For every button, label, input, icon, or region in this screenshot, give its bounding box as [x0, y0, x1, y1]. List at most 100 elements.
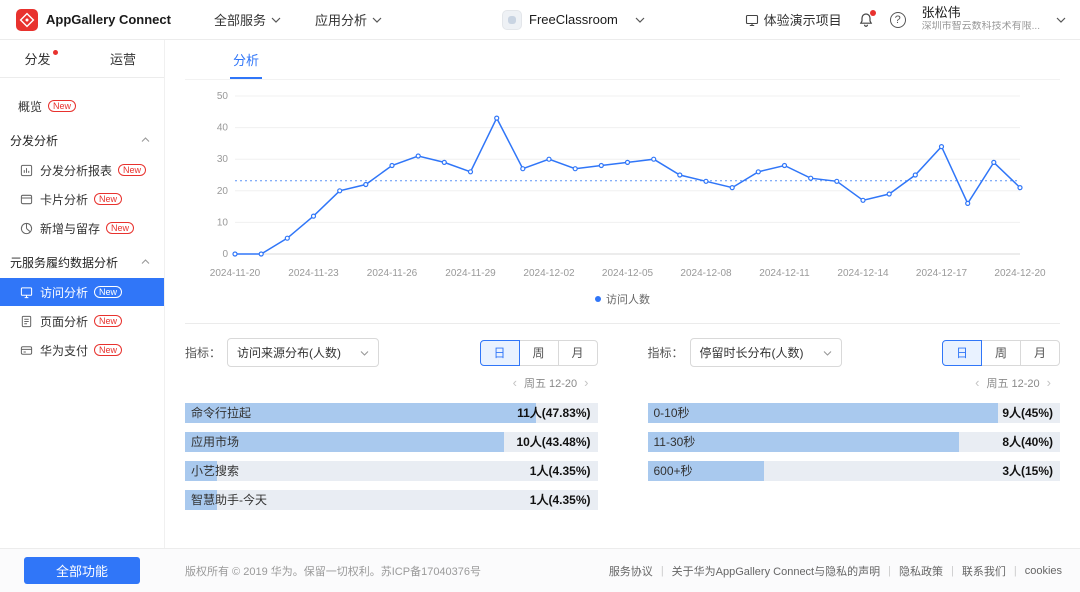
stay-duration-select[interactable]: 停留时长分布(人数) — [689, 338, 842, 367]
sidebar-item-huawei-pay[interactable]: 华为支付 New — [0, 336, 164, 364]
bar-row: 11-30秒 8人(40%) — [647, 432, 1060, 452]
chevron-down-icon — [635, 17, 645, 23]
sidebar-item-label: 卡片分析 — [40, 192, 89, 207]
chevron-down-icon — [823, 350, 832, 356]
prev-date-arrow[interactable]: ‹ — [506, 375, 524, 390]
analysis-tab-bar: 分析 — [185, 40, 1060, 80]
sidebar-tab-distribution[interactable]: 分发 — [0, 40, 82, 77]
period-day[interactable]: 日 — [942, 339, 982, 366]
bar-row: 命令行拉起 11人(47.83%) — [185, 403, 598, 423]
all-features-button[interactable]: 全部功能 — [24, 557, 140, 584]
user-menu[interactable]: 张松伟 深圳市智云数科技术有限... — [921, 5, 1040, 33]
svg-text:20: 20 — [217, 186, 229, 197]
sidebar-item-overview[interactable]: 概览 New — [0, 92, 164, 120]
visit-source-select[interactable]: 访问来源分布(人数) — [227, 338, 380, 367]
bar-fill — [647, 403, 999, 423]
period-week[interactable]: 周 — [518, 339, 559, 366]
footer-link[interactable]: 服务协议 — [609, 563, 653, 579]
svg-text:2024-11-29: 2024-11-29 — [445, 268, 496, 279]
visit-line-chart: 0 10 20 30 40 50 2024-11-20 2024-11-23 2024-11-2… — [210, 91, 1046, 279]
page-footer: 全部功能 版权所有 © 2019 华为。保留一切权利。苏ICP备17040376… — [0, 548, 1080, 592]
next-date-arrow[interactable]: › — [1040, 375, 1058, 390]
sidebar-tabs: 分发 运营 — [0, 40, 164, 78]
svg-text:2024-12-02: 2024-12-02 — [523, 268, 575, 279]
legend-dot-icon — [595, 296, 601, 302]
sidebar-item-card-analysis[interactable]: 卡片分析 New — [0, 185, 164, 213]
stay-duration-panel: 指标： 停留时长分布(人数) 日周月 ‹ 周五 12-20 › 0-10秒 9人(45%) 11… — [647, 338, 1060, 519]
bar-value: 1人(4.35%) — [529, 493, 591, 507]
appgallery-logo-icon — [16, 8, 38, 31]
footer-link[interactable]: 隐私政策 — [899, 563, 943, 579]
footer-link[interactable]: cookies — [1025, 565, 1062, 577]
bar-value: 1人(4.35%) — [529, 464, 591, 478]
sidebar-item-label: 新增与留存 — [40, 221, 101, 236]
svg-text:2024-12-11: 2024-12-11 — [759, 268, 810, 279]
link-separator: | — [1013, 564, 1017, 577]
new-badge: New — [94, 286, 123, 298]
bar-row: 小艺搜索 1人(4.35%) — [185, 461, 598, 481]
tab-analysis[interactable]: 分析 — [230, 50, 263, 79]
pay-icon — [20, 344, 34, 357]
copyright-text: 版权所有 © 2019 华为。保留一切权利。苏ICP备17040376号 — [185, 565, 482, 578]
select-value: 访问来源分布(人数) — [237, 346, 342, 360]
sidebar-item-visit-analysis[interactable]: 访问分析 New — [0, 278, 164, 306]
prev-date-arrow[interactable]: ‹ — [968, 375, 986, 390]
nav-app-analysis[interactable]: 应用分析 — [315, 10, 382, 29]
footer-link[interactable]: 联系我们 — [962, 563, 1006, 579]
new-badge: New — [118, 164, 147, 176]
new-badge: New — [94, 193, 123, 205]
sidebar-item-label: 访问分析 — [40, 285, 89, 300]
retention-icon — [20, 222, 34, 235]
new-badge: New — [106, 222, 135, 234]
help-icon[interactable]: ? — [889, 11, 906, 28]
sidebar-item-label: 概览 — [18, 99, 43, 114]
bar-value: 11人(47.83%) — [517, 406, 591, 420]
sidebar-item-label: 分发分析报表 — [40, 163, 113, 178]
app-selector[interactable]: FreeClassroom — [502, 9, 645, 30]
chevron-down-icon — [372, 17, 382, 23]
period-toggle: 日周月 — [942, 339, 1060, 366]
metric-label: 指标： — [185, 346, 222, 360]
bar-row: 智慧助手-今天 1人(4.35%) — [185, 490, 598, 510]
footer-link[interactable]: 关于华为AppGallery Connect与隐私的声明 — [672, 563, 880, 579]
section-title: 元服务履约数据分析 — [10, 255, 119, 270]
period-month[interactable]: 月 — [557, 339, 598, 366]
bar-label: 600+秒 — [653, 464, 693, 478]
svg-text:2024-11-23: 2024-11-23 — [288, 268, 339, 279]
bar-value: 3人(15%) — [1002, 464, 1053, 478]
notification-dot — [869, 9, 876, 16]
user-org: 深圳市智云数科技术有限... — [921, 21, 1040, 33]
demo-project-icon — [745, 13, 759, 27]
bar-label: 小艺搜索 — [191, 464, 240, 478]
svg-text:2024-12-08: 2024-12-08 — [680, 268, 732, 279]
chart-legend: 访问人数 — [185, 291, 1060, 307]
nav-all-services[interactable]: 全部服务 — [214, 10, 281, 29]
period-week[interactable]: 周 — [981, 339, 1021, 366]
period-day[interactable]: 日 — [479, 339, 520, 366]
sidebar-item-distribution-report[interactable]: 分发分析报表 New — [0, 156, 164, 184]
visit-chart-section: 0 10 20 30 40 50 2024-11-20 2024-11-23 2024-11-2… — [185, 86, 1060, 307]
legend-label: 访问人数 — [606, 294, 650, 306]
chevron-up-icon — [141, 137, 150, 143]
sidebar-item-new-and-retention[interactable]: 新增与留存 New — [0, 214, 164, 242]
top-nav: 全部服务 应用分析 — [214, 10, 382, 29]
period-month[interactable]: 月 — [1020, 339, 1060, 366]
sidebar-item-page-analysis[interactable]: 页面分析 New — [0, 307, 164, 335]
sidebar-tab-operation[interactable]: 运营 — [82, 40, 164, 77]
notification-bell-icon[interactable] — [858, 9, 876, 28]
svg-text:2024-12-17: 2024-12-17 — [916, 268, 968, 279]
sidebar-section-distribution-analysis[interactable]: 分发分析 — [0, 124, 164, 156]
report-icon — [20, 164, 34, 177]
user-chevron-icon[interactable] — [1056, 17, 1066, 23]
chevron-up-icon — [141, 259, 150, 265]
chevron-down-icon — [360, 350, 369, 356]
next-date-arrow[interactable]: › — [577, 375, 595, 390]
bar-label: 应用市场 — [191, 435, 240, 449]
date-label: 周五 12-20 — [523, 378, 578, 390]
new-badge: New — [48, 100, 77, 112]
bar-label: 11-30秒 — [653, 435, 696, 449]
sidebar-item-label: 华为支付 — [40, 343, 89, 358]
demo-project-button[interactable]: 体验演示项目 — [745, 10, 842, 29]
svg-text:30: 30 — [217, 154, 229, 165]
sidebar-section-meta-service-data[interactable]: 元服务履约数据分析 — [0, 246, 164, 278]
